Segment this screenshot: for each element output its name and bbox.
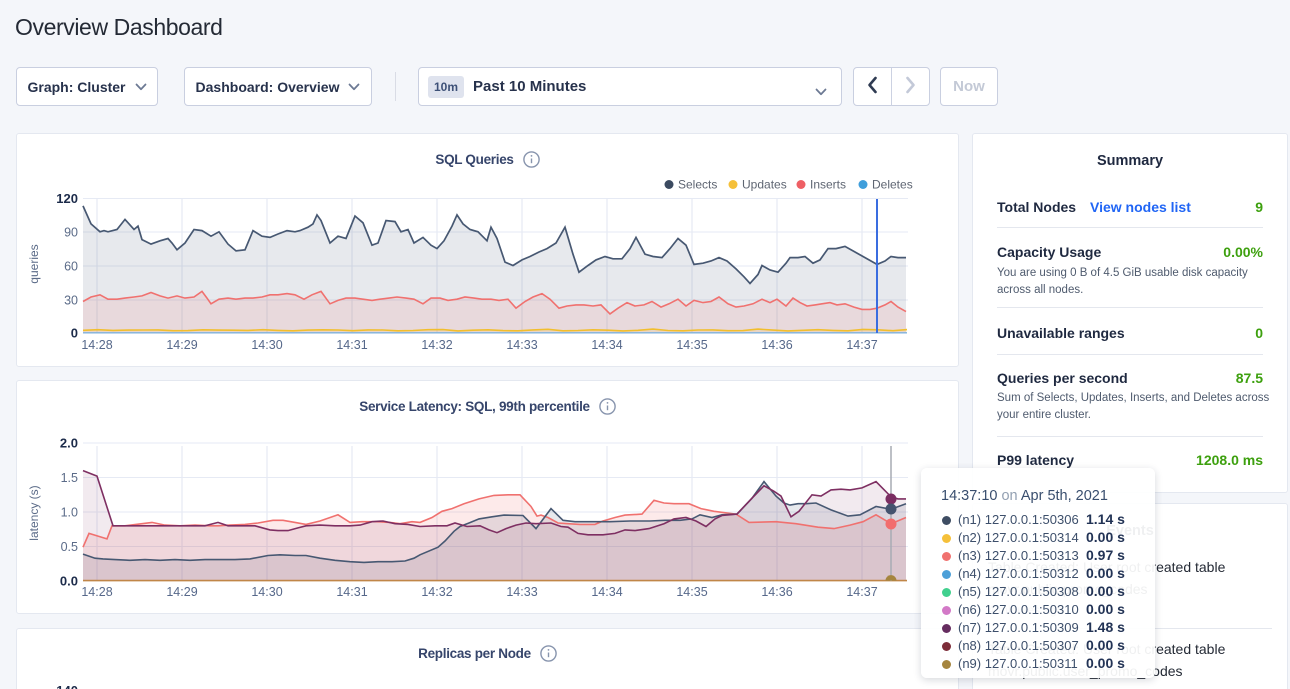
svg-text:140: 140	[56, 683, 78, 689]
